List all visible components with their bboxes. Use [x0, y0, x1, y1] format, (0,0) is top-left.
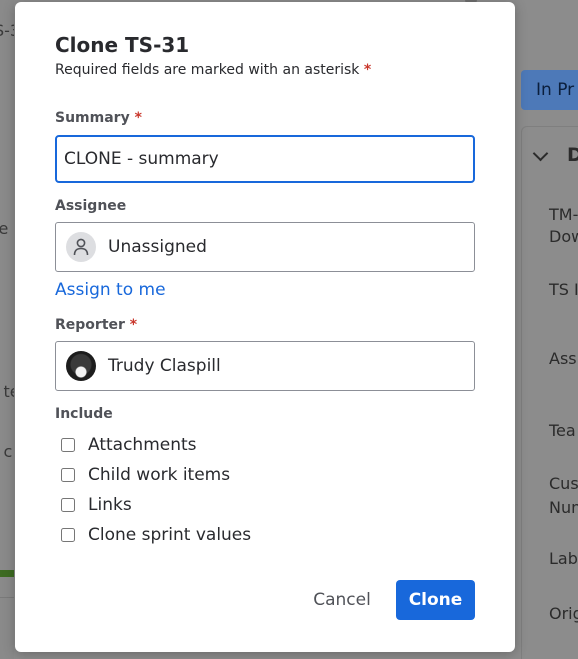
background-field-label: Lab: [549, 549, 578, 568]
background-field-label: Dow: [549, 227, 578, 246]
background-field-label: Ass: [549, 349, 577, 368]
summary-label: Summary *: [55, 110, 142, 126]
required-fields-text: Required fields are marked with an aster…: [55, 62, 360, 78]
background-progress-bar: [0, 570, 14, 577]
clone-button[interactable]: Clone: [396, 580, 475, 620]
background-field-label: TM-: [549, 205, 578, 224]
include-child-items-option[interactable]: Child work items: [61, 464, 230, 486]
clone-sprint-values-checkbox[interactable]: [61, 528, 75, 542]
clone-dialog: Clone TS-31 Required fields are marked w…: [15, 2, 515, 652]
required-fields-note: Required fields are marked with an aster…: [55, 62, 371, 78]
include-attachments-option[interactable]: Attachments: [61, 434, 197, 456]
include-sprint-values-option[interactable]: Clone sprint values: [61, 524, 251, 546]
links-checkbox[interactable]: [61, 498, 75, 512]
background-field-label: Orig: [549, 604, 578, 623]
assignee-label: Assignee: [55, 198, 127, 214]
background-field-label: TS I: [549, 280, 578, 299]
assign-to-me-link[interactable]: Assign to me: [55, 280, 166, 300]
links-label: Links: [88, 495, 132, 515]
assignee-select[interactable]: Unassigned: [55, 222, 475, 272]
background-left-panel: S-3 le l te l c: [0, 0, 14, 659]
reporter-select[interactable]: Trudy Claspill: [55, 341, 475, 391]
reporter-value: Trudy Claspill: [108, 356, 221, 376]
required-asterisk: *: [134, 110, 142, 126]
attachments-checkbox[interactable]: [61, 438, 75, 452]
reporter-label: Reporter *: [55, 317, 137, 333]
background-text: S-3: [0, 21, 14, 40]
include-links-option[interactable]: Links: [61, 494, 132, 516]
required-asterisk: *: [363, 62, 372, 78]
cancel-button[interactable]: Cancel: [303, 580, 381, 620]
required-asterisk: *: [129, 317, 138, 333]
background-text: l c: [0, 442, 13, 461]
background-field-label: Tea: [549, 421, 576, 440]
background-right-panel: In Pr D TM- Dow TS I Ass Tea Cus Num Lab…: [515, 0, 578, 659]
child-work-items-label: Child work items: [88, 465, 231, 485]
background-divider: [0, 597, 14, 598]
clone-sprint-values-label: Clone sprint values: [88, 525, 252, 545]
dialog-title: Clone TS-31: [55, 33, 190, 57]
background-text: le: [0, 219, 9, 238]
child-work-items-checkbox[interactable]: [61, 468, 75, 482]
background-field-label: Cus: [549, 474, 578, 493]
summary-label-text: Summary: [55, 110, 130, 126]
summary-input[interactable]: [55, 135, 475, 183]
assignee-value: Unassigned: [108, 237, 207, 257]
attachments-label: Attachments: [88, 435, 197, 455]
reporter-label-text: Reporter: [55, 317, 125, 333]
background-details-heading: D: [567, 144, 578, 166]
avatar: [66, 351, 96, 381]
include-label: Include: [55, 406, 113, 422]
background-field-label: Num: [549, 498, 578, 517]
background-status-button: In Pr: [521, 70, 578, 110]
background-text: l te: [0, 382, 14, 401]
user-icon: [66, 232, 96, 262]
